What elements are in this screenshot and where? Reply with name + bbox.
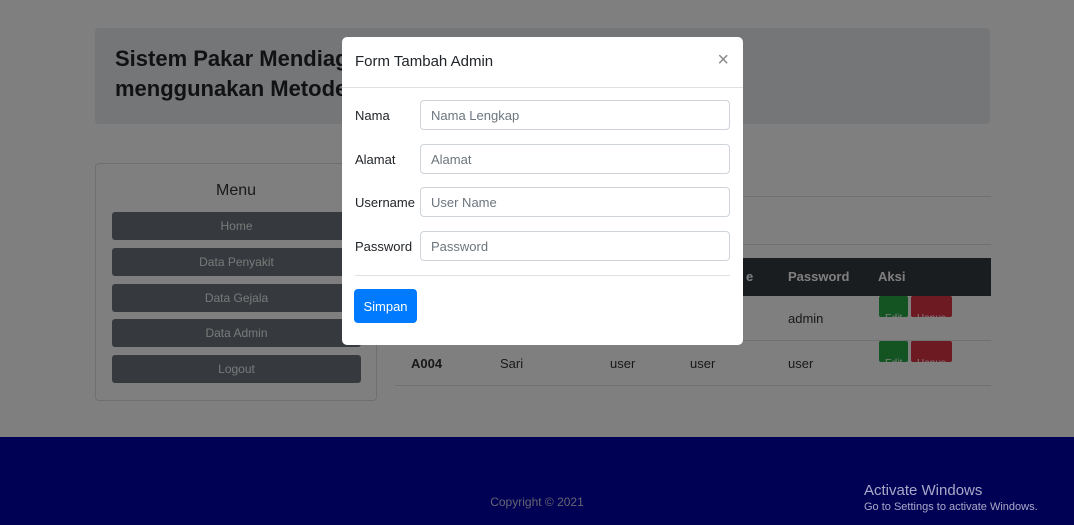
password-label: Password xyxy=(355,239,413,254)
nama-input[interactable] xyxy=(420,100,730,130)
windows-activation-watermark: Activate Windows Go to Settings to activ… xyxy=(864,482,1038,513)
form-row-alamat: Alamat xyxy=(342,144,743,176)
form-row-password: Password xyxy=(342,231,743,263)
alamat-label: Alamat xyxy=(355,152,396,167)
form-row-username: Username xyxy=(342,187,743,219)
form-row-nama: Nama xyxy=(342,100,743,132)
username-input[interactable] xyxy=(420,187,730,217)
modal-header: Form Tambah Admin × xyxy=(342,37,743,88)
username-label: Username xyxy=(355,195,415,210)
password-input[interactable] xyxy=(420,231,730,261)
nama-label: Nama xyxy=(355,108,390,123)
add-admin-modal: Form Tambah Admin × Nama Alamat Username… xyxy=(342,37,743,345)
alamat-input[interactable] xyxy=(420,144,730,174)
modal-title: Form Tambah Admin xyxy=(355,53,494,70)
save-button[interactable]: Simpan xyxy=(354,289,417,323)
modal-divider xyxy=(355,275,730,276)
watermark-title: Activate Windows xyxy=(864,482,983,499)
watermark-subtitle: Go to Settings to activate Windows. xyxy=(864,501,1038,513)
close-icon[interactable]: × xyxy=(717,50,729,70)
